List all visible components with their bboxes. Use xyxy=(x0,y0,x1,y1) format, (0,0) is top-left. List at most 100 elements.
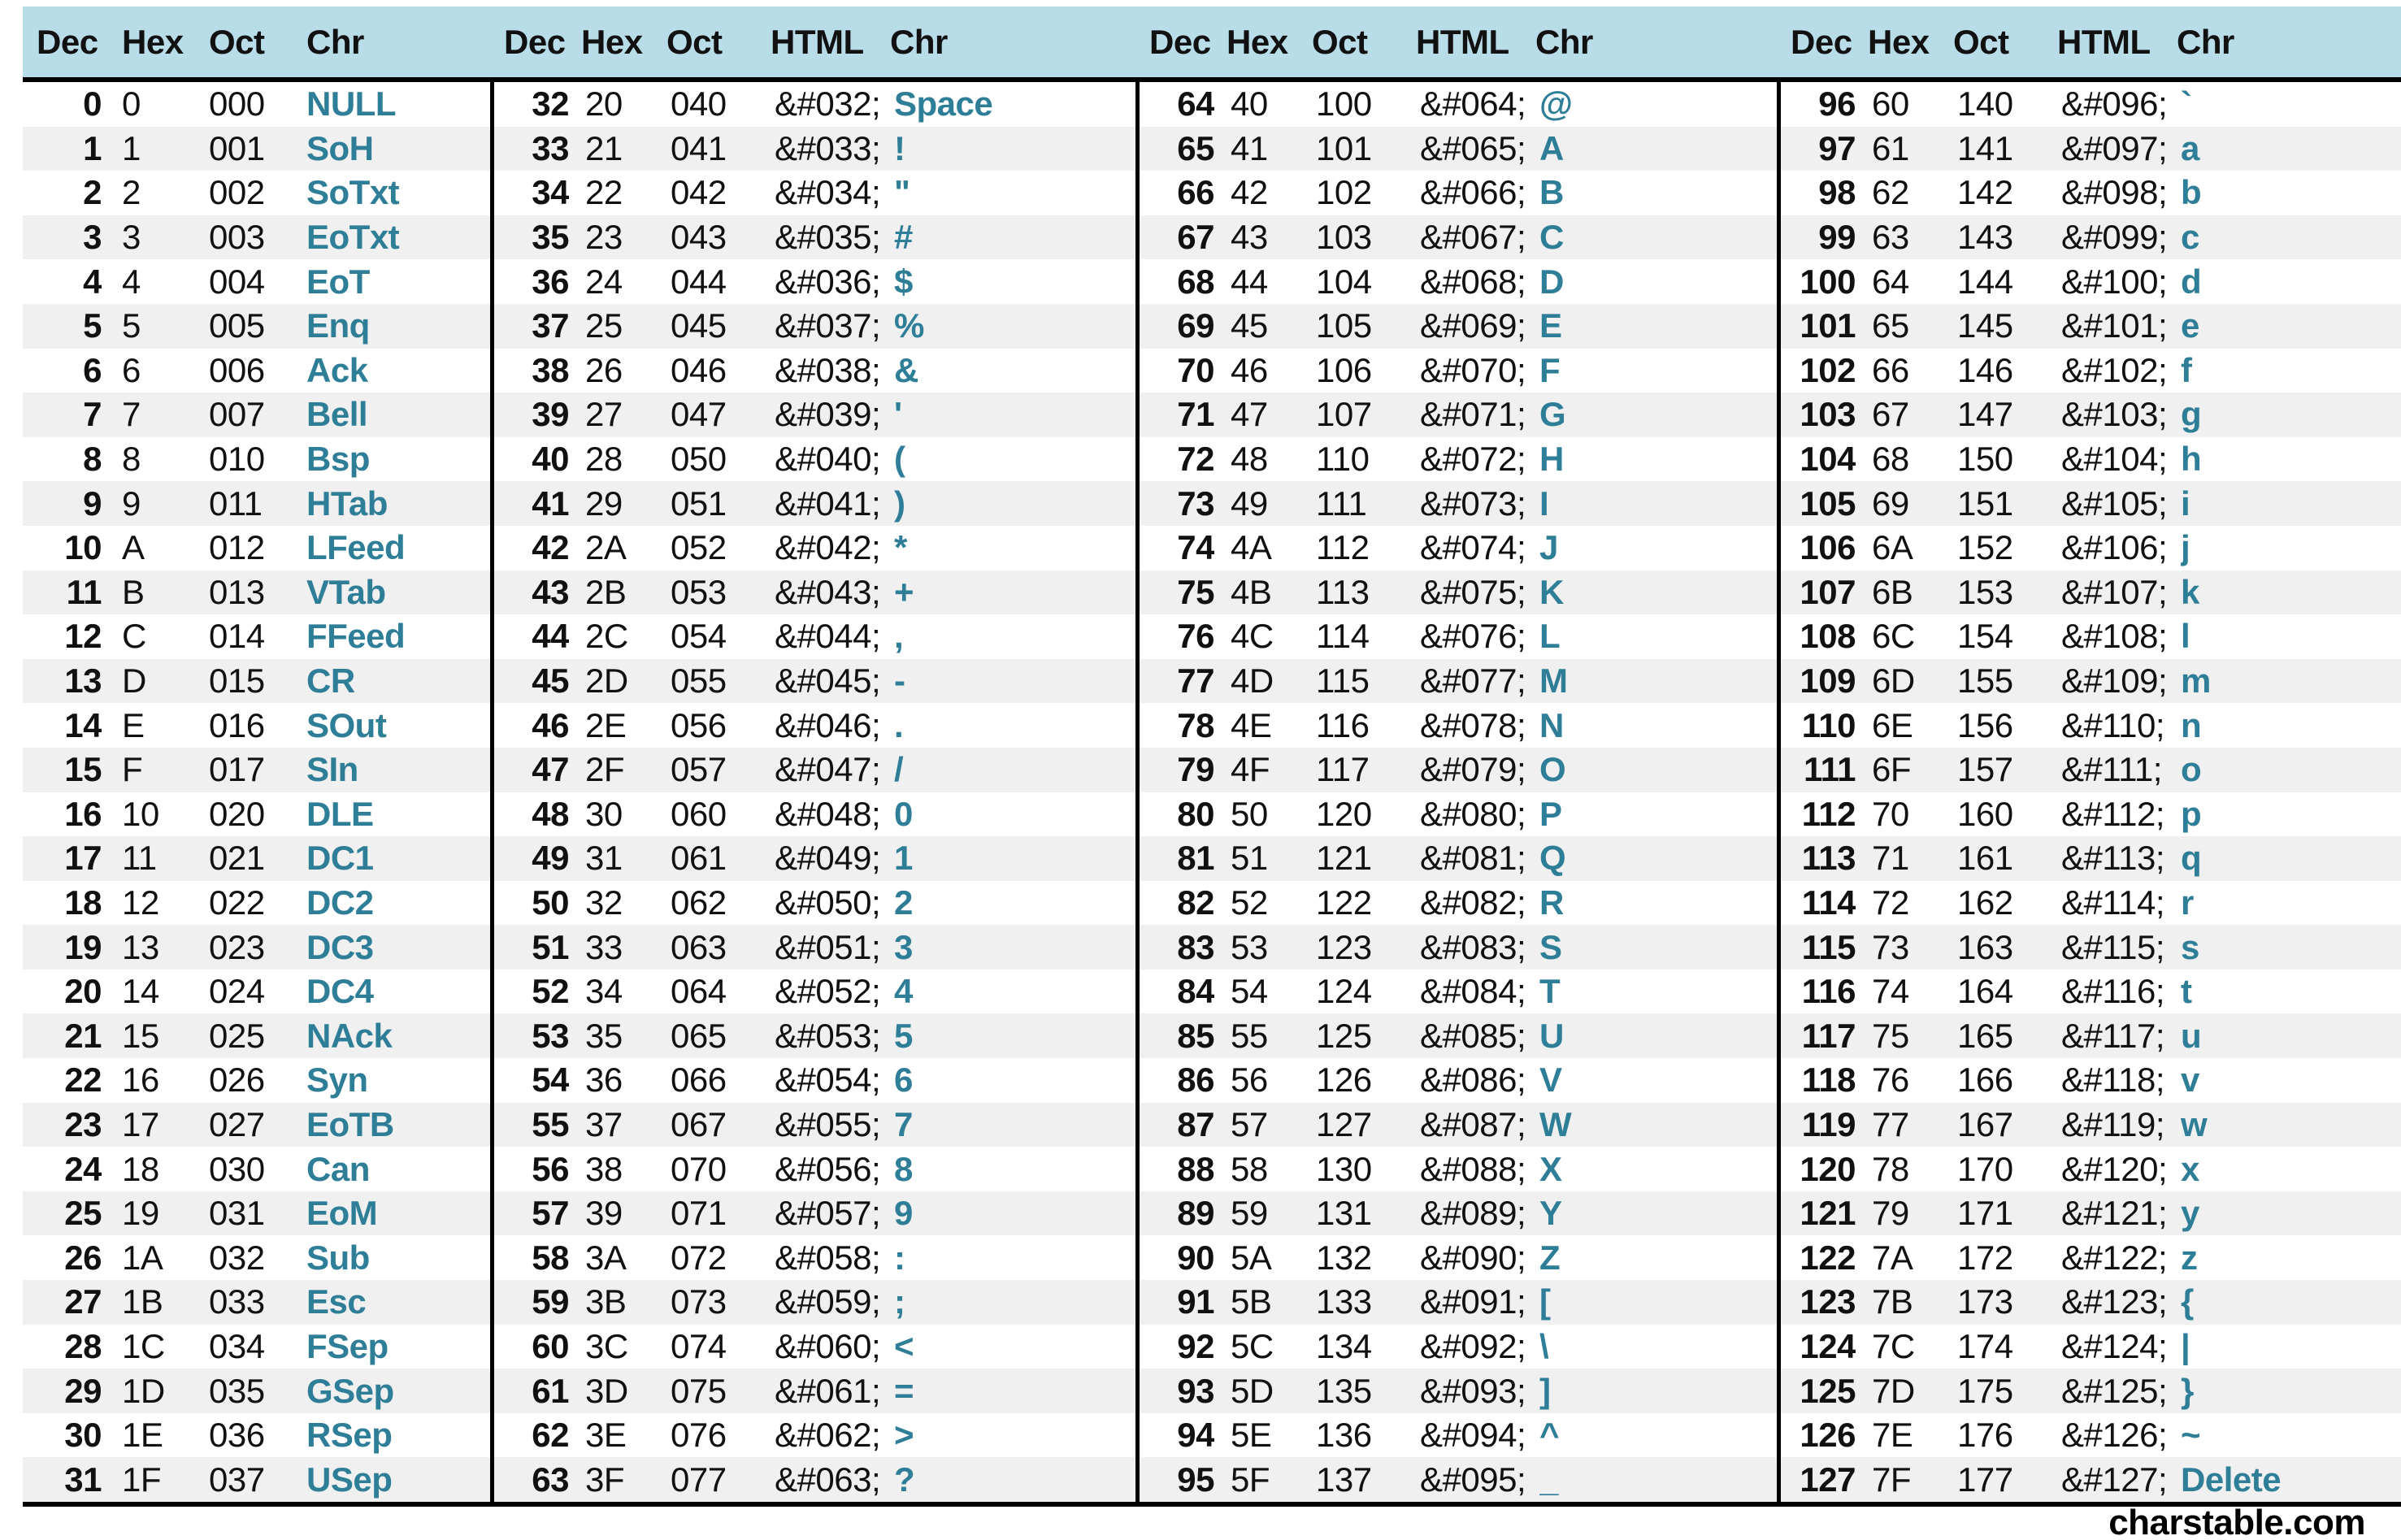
cell-oct: 056 xyxy=(671,706,775,745)
cell-dec: 3 xyxy=(23,218,102,257)
cell-hex: 76 xyxy=(1856,1061,1957,1100)
cell-html-entity: &#076; xyxy=(1420,617,1539,656)
cell-oct: 047 xyxy=(671,395,775,434)
cell-html-entity: &#080; xyxy=(1420,795,1539,834)
table-row: 22002SoTxt xyxy=(23,171,490,215)
cell-character: 5 xyxy=(894,1017,1135,1056)
cell-html-entity: &#075; xyxy=(1420,573,1539,612)
cell-hex: 6D xyxy=(1856,662,1957,701)
cell-oct: 000 xyxy=(209,85,306,124)
cell-oct: 030 xyxy=(209,1150,306,1189)
cell-dec: 106 xyxy=(1781,528,1856,567)
cell-oct: 066 xyxy=(671,1061,775,1100)
cell-character: k xyxy=(2181,573,2401,612)
cell-dec: 66 xyxy=(1140,173,1214,212)
cell-character: " xyxy=(894,173,1135,212)
cell-hex: 4A xyxy=(1214,528,1316,567)
cell-dec: 101 xyxy=(1781,306,1856,345)
col-header-dec: Dec xyxy=(1777,23,1852,62)
cell-html-entity: &#122; xyxy=(2061,1239,2181,1278)
cell-oct: 017 xyxy=(209,750,306,789)
cell-html-entity: &#073; xyxy=(1420,484,1539,523)
col-header-html: HTML xyxy=(771,23,890,62)
cell-dec: 87 xyxy=(1140,1105,1214,1144)
cell-html-entity: &#083; xyxy=(1420,928,1539,967)
cell-hex: 43 xyxy=(1214,218,1316,257)
table-row: 10165145&#101;e xyxy=(1781,304,2401,349)
cell-hex: 64 xyxy=(1856,262,1957,301)
cell-character: j xyxy=(2181,528,2401,567)
cell-html-entity: &#045; xyxy=(775,662,894,701)
cell-character: ^ xyxy=(1539,1416,1777,1455)
cell-hex: 67 xyxy=(1856,395,1957,434)
cell-html-entity: &#115; xyxy=(2061,928,2181,967)
col-header-html: HTML xyxy=(1416,23,1535,62)
cell-oct: 136 xyxy=(1316,1416,1420,1455)
cell-dec: 59 xyxy=(494,1282,569,1321)
cell-character: P xyxy=(1539,795,1777,834)
table-row: 8252122&#082;R xyxy=(1140,881,1777,926)
cell-html-entity: &#058; xyxy=(775,1239,894,1278)
table-row: 8959131&#089;Y xyxy=(1140,1191,1777,1236)
cell-dec: 116 xyxy=(1781,972,1856,1011)
cell-character: v xyxy=(2181,1061,2401,1100)
cell-dec: 1 xyxy=(23,129,102,168)
cell-character: NULL xyxy=(306,85,490,124)
table-row: 925C134&#092;\ xyxy=(1140,1325,1777,1369)
cell-character: z xyxy=(2181,1239,2401,1278)
cell-hex: 16 xyxy=(102,1061,209,1100)
cell-html-entity: &#050; xyxy=(775,883,894,922)
cell-dec: 39 xyxy=(494,395,569,434)
cell-oct: 155 xyxy=(1957,662,2061,701)
cell-hex: 19 xyxy=(102,1194,209,1233)
cell-oct: 123 xyxy=(1316,928,1420,967)
cell-hex: 57 xyxy=(1214,1105,1316,1144)
cell-character: b xyxy=(2181,173,2401,212)
cell-oct: 045 xyxy=(671,306,775,345)
cell-html-entity: &#039; xyxy=(775,395,894,434)
cell-oct: 060 xyxy=(671,795,775,834)
table-row: 5335065&#053;5 xyxy=(494,1013,1135,1058)
cell-dec: 83 xyxy=(1140,928,1214,967)
cell-html-entity: &#061; xyxy=(775,1372,894,1411)
cell-oct: 021 xyxy=(209,839,306,878)
cell-character: ? xyxy=(894,1460,1135,1499)
cell-dec: 35 xyxy=(494,218,569,257)
cell-hex: 11 xyxy=(102,839,209,878)
cell-html-entity: &#078; xyxy=(1420,706,1539,745)
table-row: 1277F177&#127;Delete xyxy=(1781,1457,2401,1502)
cell-dec: 52 xyxy=(494,972,569,1011)
table-row: 905A132&#090;Z xyxy=(1140,1235,1777,1280)
cell-html-entity: &#105; xyxy=(2061,484,2181,523)
table-row: 472F057&#047;/ xyxy=(494,748,1135,792)
cell-hex: 1 xyxy=(102,129,209,168)
table-row: 3826046&#038;& xyxy=(494,349,1135,393)
cell-character: _ xyxy=(1539,1460,1777,1499)
table-row: 291D035GSep xyxy=(23,1369,490,1413)
cell-dec: 27 xyxy=(23,1282,102,1321)
cell-hex: 24 xyxy=(569,262,671,301)
table-row: 7349111&#073;I xyxy=(1140,481,1777,526)
cell-character: r xyxy=(2181,883,2401,922)
col-header-hex: Hex xyxy=(1852,23,1953,62)
cell-hex: 2F xyxy=(569,750,671,789)
cell-dec: 70 xyxy=(1140,351,1214,390)
cell-oct: 072 xyxy=(671,1239,775,1278)
cell-html-entity: &#036; xyxy=(775,262,894,301)
cell-character: EoM xyxy=(306,1194,490,1233)
cell-hex: 68 xyxy=(1856,440,1957,479)
cell-character: K xyxy=(1539,573,1777,612)
cell-character: CR xyxy=(306,662,490,701)
cell-dec: 77 xyxy=(1140,662,1214,701)
table-row: 00000NULL xyxy=(23,82,490,127)
cell-hex: 71 xyxy=(1856,839,1957,878)
cell-character: * xyxy=(894,528,1135,567)
table-row: 2014024DC4 xyxy=(23,970,490,1014)
cell-character: h xyxy=(2181,440,2401,479)
cell-character: DC1 xyxy=(306,839,490,878)
cell-html-entity: &#048; xyxy=(775,795,894,834)
table-row: 11977167&#119;w xyxy=(1781,1103,2401,1147)
cell-character: DC2 xyxy=(306,883,490,922)
cell-oct: 172 xyxy=(1957,1239,2061,1278)
cell-oct: 010 xyxy=(209,440,306,479)
